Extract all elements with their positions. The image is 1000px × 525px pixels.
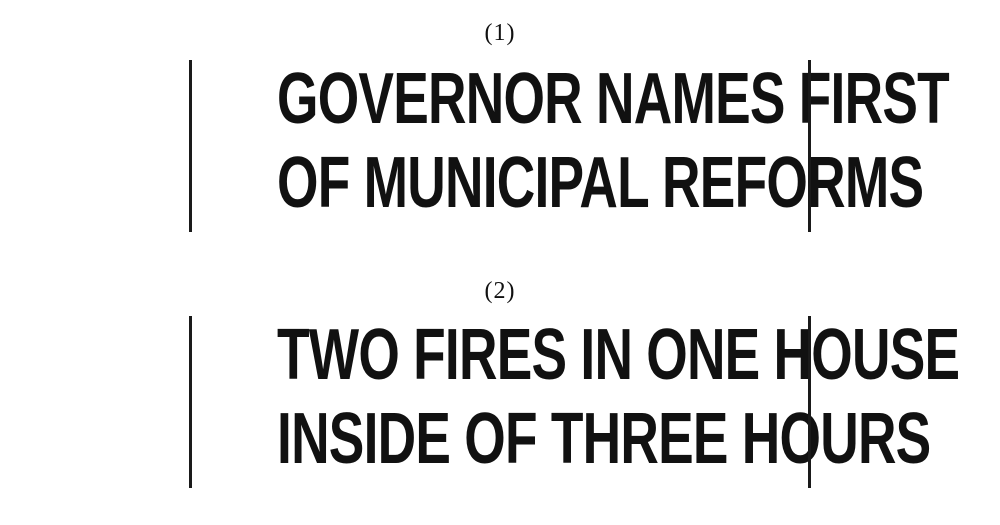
example-number: (1) (484, 20, 516, 46)
headline-line: TWO FIRES IN ONE HOUSE (277, 315, 960, 395)
example-number: (2) (484, 278, 516, 304)
headline-box: TWO FIRES IN ONE HOUSE INSIDE OF THREE H… (189, 315, 960, 488)
headline-example-1: (1) GOVERNOR NAMES FIRST OF MUNICIPAL RE… (0, 18, 1000, 232)
headline-line: INSIDE OF THREE HOURS (277, 399, 931, 479)
column-rule-left (189, 316, 192, 488)
column-rule-right (808, 60, 811, 232)
headline-line: GOVERNOR NAMES FIRST (277, 59, 950, 139)
column-rule-right (808, 316, 811, 488)
headline-line: OF MUNICIPAL REFORMS (277, 143, 924, 223)
headline-box: GOVERNOR NAMES FIRST OF MUNICIPAL REFORM… (189, 59, 950, 232)
column-rule-left (189, 60, 192, 232)
headline-example-2: (2) TWO FIRES IN ONE HOUSE INSIDE OF THR… (0, 276, 1000, 488)
